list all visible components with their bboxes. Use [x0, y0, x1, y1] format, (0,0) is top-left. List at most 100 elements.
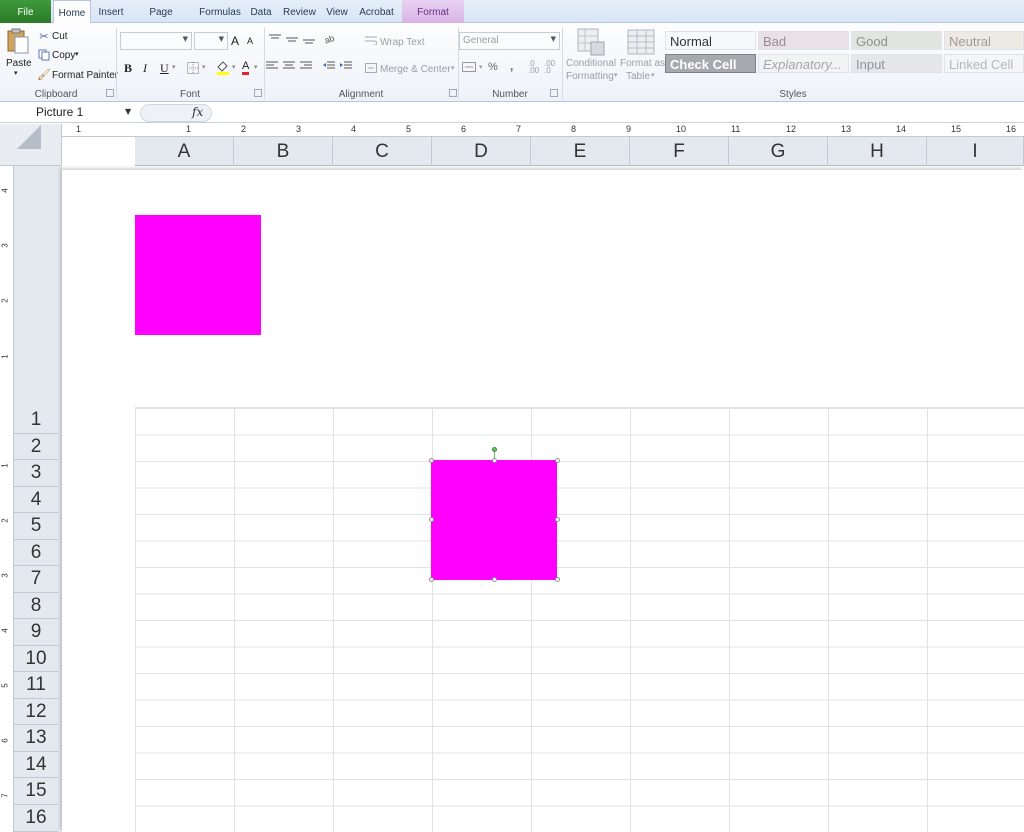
resize-handle-bottom[interactable]	[492, 577, 497, 582]
bold-button[interactable]: B	[124, 61, 132, 76]
column-header-f[interactable]: F	[630, 137, 729, 166]
borders-dropdown-icon[interactable]: ▾	[202, 63, 206, 71]
align-top-icon[interactable]	[268, 33, 282, 45]
cell-grid[interactable]	[135, 407, 1024, 832]
percent-button[interactable]: %	[488, 61, 498, 73]
insert-function-button[interactable]: fx	[192, 105, 203, 119]
increase-decimal-button[interactable]: .0 .00	[528, 60, 544, 75]
wrap-text-button[interactable]: Wrap Text	[380, 37, 425, 48]
selected-picture[interactable]	[431, 460, 557, 580]
conditional-formatting-dropdown-icon[interactable]: ▾	[614, 71, 618, 79]
row-header-3[interactable]: 3	[14, 460, 58, 487]
style-good[interactable]: Good	[851, 31, 942, 50]
row-header-13[interactable]: 13	[14, 725, 58, 752]
orientation-icon[interactable]: ab	[324, 31, 340, 45]
rotation-handle[interactable]	[492, 447, 497, 452]
row-header-7[interactable]: 7	[14, 566, 58, 593]
tab-acrobat[interactable]: Acrobat	[358, 0, 395, 23]
select-all-corner[interactable]	[0, 124, 62, 166]
format-as-table-label-2[interactable]: Table	[626, 71, 650, 82]
style-explanatory[interactable]: Explanatory...	[758, 54, 849, 73]
decrease-decimal-button[interactable]: .00 .0	[544, 60, 560, 75]
row-header-6[interactable]: 6	[14, 540, 58, 566]
row-header-8[interactable]: 8	[14, 593, 58, 619]
style-neutral[interactable]: Neutral	[944, 31, 1024, 50]
resize-handle-top-right[interactable]	[555, 458, 560, 463]
resize-handle-bottom-right[interactable]	[555, 577, 560, 582]
paste-dropdown-icon[interactable]: ▾	[14, 69, 18, 77]
resize-handle-top-left[interactable]	[429, 458, 434, 463]
font-name-dropdown[interactable]: ▼	[120, 32, 192, 50]
format-painter-button[interactable]: Format Painter	[52, 70, 118, 81]
tab-file[interactable]: File	[0, 0, 51, 23]
column-header-g[interactable]: G	[729, 137, 828, 166]
cut-button[interactable]: Cut	[52, 31, 68, 42]
name-box-dropdown-icon[interactable]: ▼	[125, 107, 131, 116]
paste-button[interactable]: Paste	[6, 58, 32, 69]
number-format-dropdown[interactable]: General ▼	[459, 32, 560, 50]
row-header-12[interactable]: 12	[14, 699, 58, 725]
row-header-1[interactable]: 1	[14, 407, 58, 434]
align-center-icon[interactable]	[281, 59, 297, 73]
resize-handle-bottom-left[interactable]	[429, 577, 434, 582]
accounting-dropdown-icon[interactable]: ▾	[479, 63, 483, 71]
row-header-5[interactable]: 5	[14, 513, 58, 540]
style-input[interactable]: Input	[851, 54, 942, 73]
tab-data[interactable]: Data	[249, 0, 273, 23]
copy-dropdown-icon[interactable]: ▾	[75, 50, 79, 58]
align-left-icon[interactable]	[264, 59, 280, 73]
alignment-launcher-icon[interactable]	[449, 89, 457, 97]
row-header-2[interactable]: 2	[14, 434, 58, 460]
resize-handle-top[interactable]	[492, 458, 497, 463]
copy-button[interactable]: Copy	[52, 50, 75, 61]
format-as-table-dropdown-icon[interactable]: ▾	[651, 71, 655, 79]
resize-handle-right[interactable]	[555, 517, 560, 522]
tab-home[interactable]: Home	[53, 0, 91, 24]
column-header-c[interactable]: C	[333, 137, 432, 166]
borders-icon[interactable]	[186, 61, 200, 75]
column-header-b[interactable]: B	[234, 137, 333, 166]
column-header-a[interactable]: A	[135, 137, 234, 166]
style-bad[interactable]: Bad	[758, 31, 849, 50]
column-header-h[interactable]: H	[828, 137, 927, 166]
align-bottom-icon[interactable]	[302, 33, 316, 45]
column-header-d[interactable]: D	[432, 137, 531, 166]
row-header-11[interactable]: 11	[14, 672, 58, 699]
row-header-4[interactable]: 4	[14, 487, 58, 513]
conditional-formatting-label-1[interactable]: Conditional	[566, 58, 616, 69]
font-color-button[interactable]: A	[242, 60, 250, 75]
merge-center-dropdown-icon[interactable]: ▾	[451, 64, 455, 72]
increase-indent-icon[interactable]	[338, 59, 354, 73]
tab-insert[interactable]: Insert	[97, 0, 125, 23]
font-launcher-icon[interactable]	[254, 89, 262, 97]
font-color-dropdown-icon[interactable]: ▾	[254, 63, 258, 71]
font-size-dropdown[interactable]: ▼	[194, 32, 228, 50]
format-as-table-label-1[interactable]: Format as	[620, 58, 665, 69]
tab-formulas[interactable]: Formulas	[198, 0, 242, 23]
align-right-icon[interactable]	[298, 59, 314, 73]
row-header-14[interactable]: 14	[14, 752, 58, 778]
name-box[interactable]: Picture 1	[20, 104, 138, 121]
style-linked-cell[interactable]: Linked Cell	[944, 54, 1024, 73]
fill-color-dropdown-icon[interactable]: ▾	[232, 63, 236, 71]
tab-page-layout[interactable]: Page Layout	[133, 0, 189, 43]
style-check-cell[interactable]: Check Cell	[665, 54, 756, 73]
underline-dropdown-icon[interactable]: ▾	[172, 63, 176, 71]
fill-color-icon[interactable]	[215, 59, 231, 75]
conditional-formatting-label-2[interactable]: Formatting	[566, 71, 614, 82]
tab-view[interactable]: View	[325, 0, 349, 23]
merge-center-button[interactable]: Merge & Center	[380, 64, 451, 75]
row-header-15[interactable]: 15	[14, 778, 58, 805]
comma-button[interactable]: ,	[510, 59, 513, 73]
row-header-9[interactable]: 9	[14, 619, 58, 646]
clipboard-launcher-icon[interactable]	[106, 89, 114, 97]
paste-icon[interactable]	[4, 27, 32, 55]
decrease-indent-icon[interactable]	[321, 59, 337, 73]
shrink-font-button[interactable]: A	[247, 36, 253, 46]
header-picture[interactable]	[135, 215, 261, 335]
tab-review[interactable]: Review	[283, 0, 316, 23]
row-header-16[interactable]: 16	[14, 805, 58, 832]
row-header-10[interactable]: 10	[14, 646, 58, 672]
grow-font-button[interactable]: A	[231, 34, 239, 48]
tab-format[interactable]: Format	[402, 0, 464, 23]
